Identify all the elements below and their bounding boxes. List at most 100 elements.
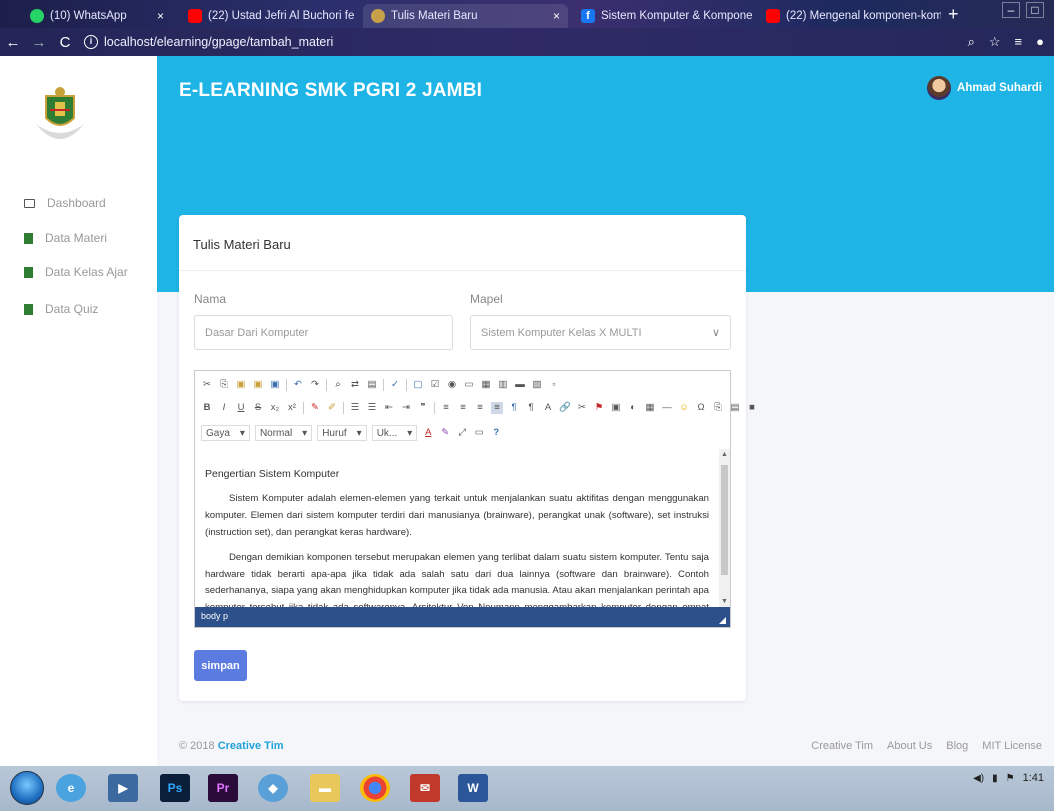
hr-icon[interactable]: ― xyxy=(661,402,673,414)
paste-word-icon[interactable]: ▣ xyxy=(269,379,281,391)
maximize-icon[interactable]: □ xyxy=(1026,2,1044,18)
network-tray-icon[interactable]: ▮ xyxy=(992,773,998,784)
spellcheck-icon[interactable]: ✓ xyxy=(389,379,401,391)
align-center-icon[interactable]: ≡ xyxy=(457,402,469,414)
unlink-icon[interactable]: ✂ xyxy=(576,402,588,414)
iframe-icon[interactable]: ▤ xyxy=(729,402,741,414)
format-combo[interactable]: Normal ▾ xyxy=(254,425,313,441)
editor-scrollbar[interactable]: ▲ ▼ xyxy=(719,449,730,607)
special-char-icon[interactable]: Ω xyxy=(695,402,707,414)
flag-icon[interactable]: ⚑ xyxy=(1006,773,1015,784)
ltr-icon[interactable]: ¶ xyxy=(508,402,520,414)
copy-format-icon[interactable]: ✐ xyxy=(326,402,338,414)
italic-icon[interactable]: I xyxy=(218,402,230,414)
sidebar-item-data-quiz[interactable]: Data Quiz xyxy=(24,302,98,316)
numbered-list-icon[interactable]: ☰ xyxy=(349,402,361,414)
align-right-icon[interactable]: ≡ xyxy=(474,402,486,414)
superscript-icon[interactable]: x² xyxy=(286,402,298,414)
outdent-icon[interactable]: ⇤ xyxy=(383,402,395,414)
url-field[interactable]: i localhost/elearning/gpage/tambah_mater… xyxy=(84,35,333,49)
cut-icon[interactable]: ✂ xyxy=(201,379,213,391)
page-break-icon[interactable]: ⎘ xyxy=(712,402,724,414)
indent-icon[interactable]: ⇥ xyxy=(400,402,412,414)
word-icon[interactable]: W xyxy=(458,774,488,802)
media-icon[interactable]: ▶ xyxy=(108,774,138,802)
language-icon[interactable]: A xyxy=(542,402,554,414)
sidebar-item-dashboard[interactable]: Dashboard xyxy=(24,196,106,210)
textarea-icon[interactable]: ▦ xyxy=(480,379,492,391)
copy-icon[interactable]: ⎘ xyxy=(218,379,230,391)
start-button[interactable] xyxy=(10,771,44,805)
menu-icon[interactable]: ≡ xyxy=(1015,34,1023,50)
find-icon[interactable]: ⌕ xyxy=(332,379,344,391)
align-justify-icon[interactable]: ≡ xyxy=(491,402,503,414)
info-icon[interactable]: i xyxy=(84,35,98,49)
tab-youtube-ustad[interactable]: (22) Ustad Jefri Al Buchori fe × xyxy=(180,4,355,28)
user-menu[interactable]: Ahmad Suhardi xyxy=(927,76,1042,100)
footer-link-about-us[interactable]: About Us xyxy=(887,740,932,752)
back-icon[interactable]: ← xyxy=(0,34,26,51)
simpan-button[interactable]: simpan xyxy=(194,650,247,681)
select-field-icon[interactable]: ▥ xyxy=(497,379,509,391)
image-button-icon[interactable]: ▧ xyxy=(531,379,543,391)
star-icon[interactable]: ☆ xyxy=(989,34,1001,50)
new-tab-button[interactable]: + xyxy=(948,4,959,25)
scroll-up-icon[interactable]: ▲ xyxy=(721,451,728,458)
subscript-icon[interactable]: x₂ xyxy=(269,402,281,414)
xampp-icon[interactable]: ✉ xyxy=(410,774,440,802)
scrollbar-thumb[interactable] xyxy=(721,465,728,575)
undo-icon[interactable]: ↶ xyxy=(292,379,304,391)
photoshop-icon[interactable]: Ps xyxy=(160,774,190,802)
textfield-icon[interactable]: ▭ xyxy=(463,379,475,391)
table-icon[interactable]: ▦ xyxy=(644,402,656,414)
smiley-icon[interactable]: ☺ xyxy=(678,402,690,414)
bullet-list-icon[interactable]: ☰ xyxy=(366,402,378,414)
zoom-icon[interactable]: ⌕ xyxy=(968,34,975,50)
tab-whatsapp[interactable]: (10) WhatsApp × xyxy=(22,4,172,28)
form-icon[interactable]: ▢ xyxy=(412,379,424,391)
tab-facebook[interactable]: f Sistem Komputer & Komponen × xyxy=(573,4,753,28)
align-left-icon[interactable]: ≡ xyxy=(440,402,452,414)
clock[interactable]: 1:41 xyxy=(1023,772,1044,784)
bold-icon[interactable]: B xyxy=(201,402,213,414)
nama-input[interactable]: Dasar Dari Komputer xyxy=(194,315,453,350)
mapel-select[interactable]: Sistem Komputer Kelas X MULTI ∨ xyxy=(470,315,731,350)
profile-icon[interactable]: ● xyxy=(1036,34,1044,50)
tab-youtube-mengenal[interactable]: (22) Mengenal komponen-komp × xyxy=(758,4,941,28)
close-tab-icon[interactable]: × xyxy=(553,9,560,23)
reload-icon[interactable]: C xyxy=(52,34,78,51)
strike-icon[interactable]: S xyxy=(252,402,264,414)
blockquote-icon[interactable]: ❞ xyxy=(417,402,429,414)
show-blocks-icon[interactable]: ▭ xyxy=(473,427,485,439)
footer-brand-link[interactable]: Creative Tim xyxy=(218,740,284,752)
paste-icon[interactable]: ▣ xyxy=(235,379,247,391)
style-combo[interactable]: Gaya ▾ xyxy=(201,425,250,441)
resize-grip-icon[interactable] xyxy=(719,617,726,624)
footer-link-creative-tim[interactable]: Creative Tim xyxy=(811,740,873,752)
scroll-down-icon[interactable]: ▼ xyxy=(721,598,728,605)
clear-format-icon[interactable]: ✎ xyxy=(309,402,321,414)
close-tab-icon[interactable]: × xyxy=(157,9,164,23)
redo-icon[interactable]: ↷ xyxy=(309,379,321,391)
footer-link-blog[interactable]: Blog xyxy=(946,740,968,752)
video-icon[interactable]: ■ xyxy=(746,402,758,414)
anchor-icon[interactable]: ⚑ xyxy=(593,402,605,414)
footer-link-mit-license[interactable]: MIT License xyxy=(982,740,1042,752)
ie-icon[interactable]: e xyxy=(56,774,86,802)
flash-icon[interactable]: ◐ xyxy=(627,402,639,414)
button-field-icon[interactable]: ▬ xyxy=(514,379,526,391)
rtl-icon[interactable]: ¶ xyxy=(525,402,537,414)
size-combo[interactable]: Uk... ▾ xyxy=(371,425,418,441)
underline-icon[interactable]: U xyxy=(235,402,247,414)
volume-icon[interactable]: ◀) xyxy=(973,773,984,784)
select-all-icon[interactable]: ▤ xyxy=(366,379,378,391)
checkbox-icon[interactable]: ☑ xyxy=(429,379,441,391)
editor-content[interactable]: Pengertian Sistem Komputer Sistem Komput… xyxy=(195,449,719,607)
replace-icon[interactable]: ⇄ xyxy=(349,379,361,391)
folder-icon[interactable]: ▬ xyxy=(310,774,340,802)
text-color-icon[interactable]: A xyxy=(422,427,434,439)
image-icon[interactable]: ▣ xyxy=(610,402,622,414)
premiere-icon[interactable]: Pr xyxy=(208,774,238,802)
sidebar-item-data-kelas-ajar[interactable]: Data Kelas Ajar xyxy=(24,265,128,279)
network-icon[interactable]: ◆ xyxy=(258,774,288,802)
